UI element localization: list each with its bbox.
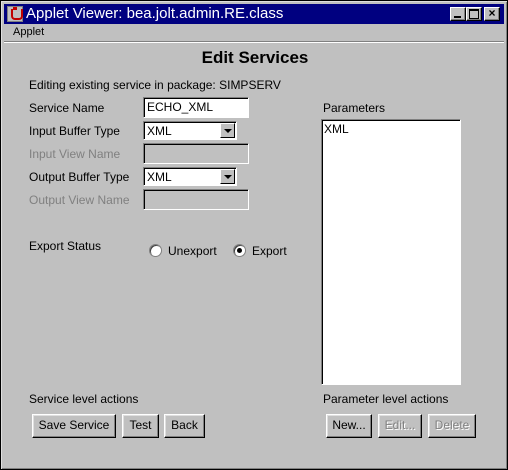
unexport-radio[interactable] [149,244,162,257]
export-radio[interactable] [233,244,246,257]
window-title: Applet Viewer: bea.jolt.admin.RE.class [26,5,284,22]
service-name-field[interactable]: ECHO_XML [143,97,249,118]
applet-viewer-window: Applet Viewer: bea.jolt.admin.RE.class ×… [0,0,508,470]
input-view-name-field[interactable] [143,143,249,164]
parameters-label: Parameters [323,101,386,115]
input-buffer-type-label: Input Buffer Type [29,124,120,138]
maximize-button[interactable] [466,7,482,21]
menu-applet[interactable]: Applet [13,26,44,38]
input-buffer-type-select[interactable]: XML [143,121,237,140]
chevron-down-icon[interactable] [220,169,235,184]
delete-parameter-button[interactable]: Delete [428,414,476,438]
edit-parameter-button[interactable]: Edit... [378,414,422,438]
export-label[interactable]: Export [252,244,287,258]
page-title: Edit Services [201,48,309,67]
output-view-name-label: Output View Name [29,193,130,207]
unexport-label[interactable]: Unexport [168,244,217,258]
parameter-actions-label: Parameter level actions [323,392,449,406]
close-icon: × [488,6,496,20]
minimize-button[interactable] [450,7,466,21]
export-status-label: Export Status [29,239,102,253]
parameters-list[interactable]: XML [321,119,461,385]
java-cup-icon[interactable] [7,6,23,22]
save-service-button[interactable]: Save Service [32,414,116,438]
service-actions-label: Service level actions [29,392,139,406]
close-button[interactable]: × [484,6,500,21]
output-buffer-type-label: Output Buffer Type [29,170,130,184]
menu-bar: Applet [4,25,504,41]
title-bar[interactable]: Applet Viewer: bea.jolt.admin.RE.class × [4,4,504,24]
service-name-label: Service Name [29,101,105,115]
input-buffer-type-value: XML [147,124,172,138]
package-subtitle: Editing existing service in package: SIM… [29,78,281,92]
new-parameter-button[interactable]: New... [326,414,372,438]
output-buffer-type-value: XML [147,170,172,184]
test-button[interactable]: Test [122,414,159,438]
input-view-name-label: Input View Name [29,147,121,161]
list-item[interactable]: XML [324,122,458,136]
menu-divider [4,41,504,43]
back-button[interactable]: Back [164,414,205,438]
output-view-name-field[interactable] [143,189,249,210]
output-buffer-type-select[interactable]: XML [143,167,237,186]
chevron-down-icon[interactable] [220,123,235,138]
